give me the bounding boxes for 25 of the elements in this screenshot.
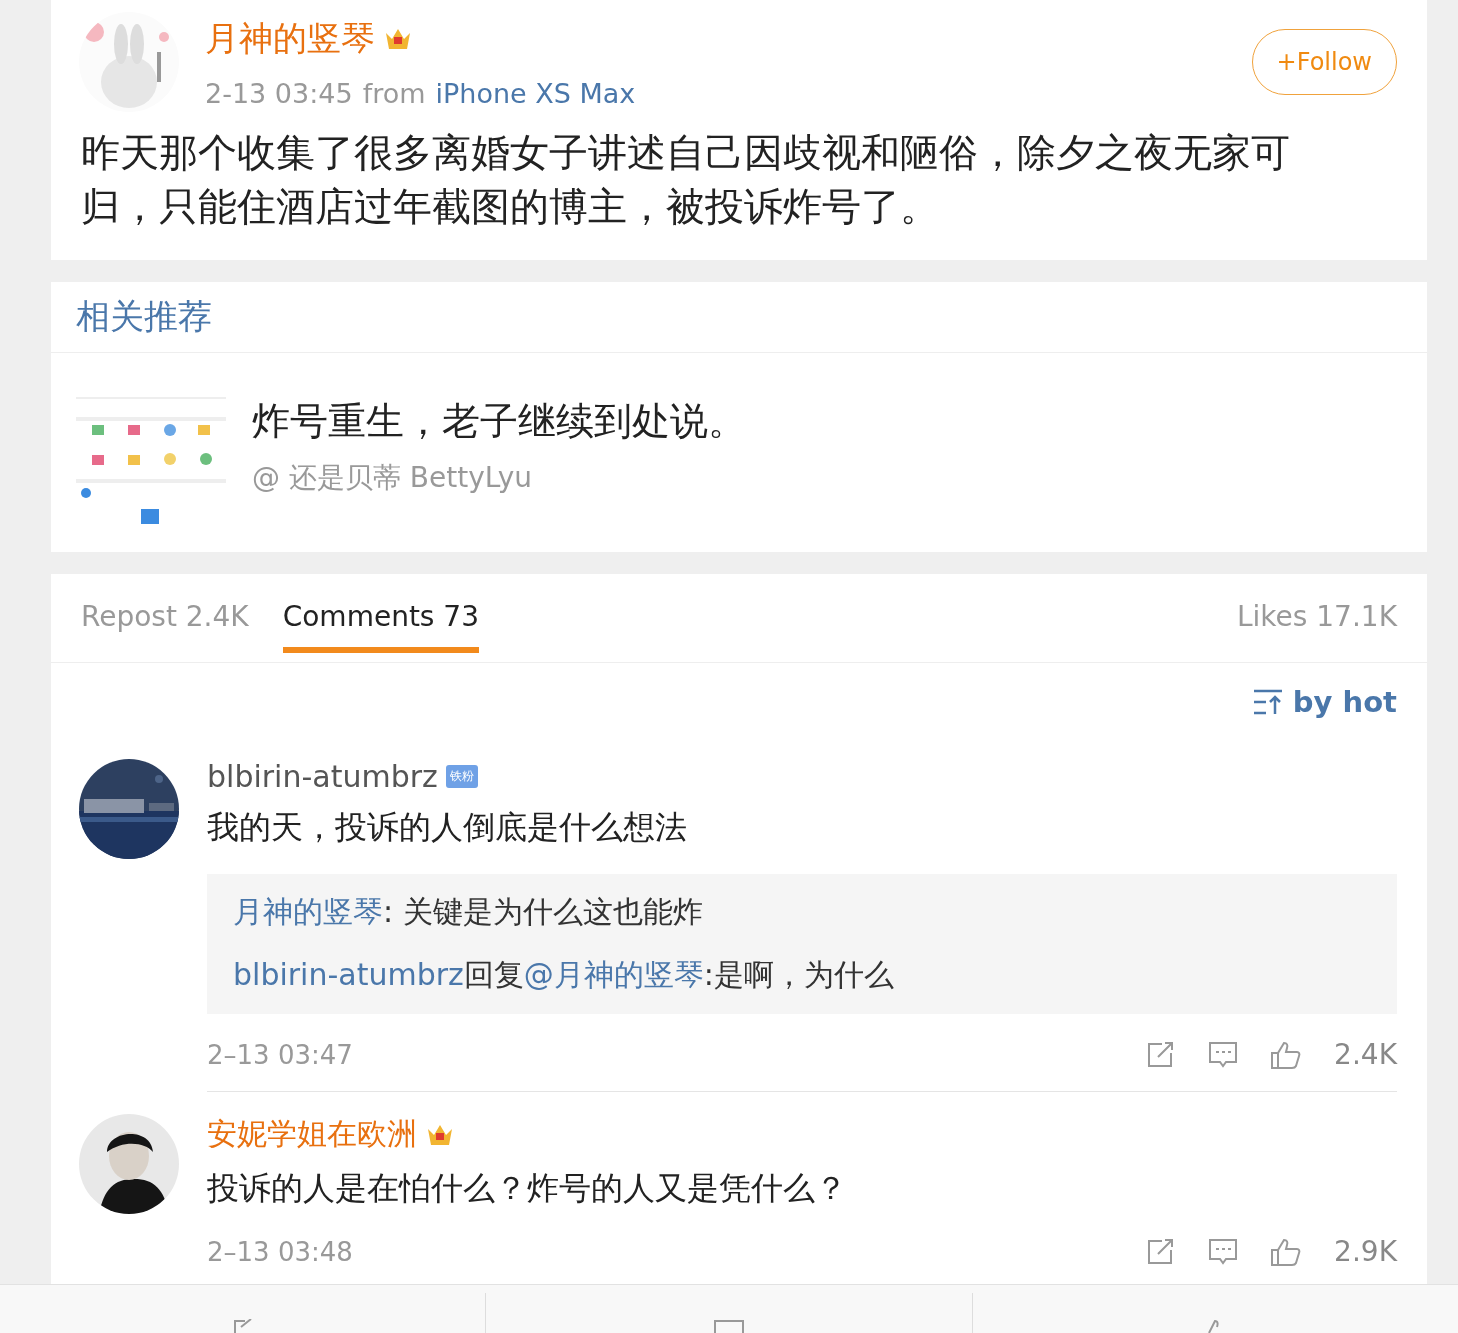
related-author[interactable]: @ 还是贝蒂 BettyLyu [252,459,746,497]
author-name[interactable]: 月神的竖琴 [205,15,375,62]
section-title: 相关推荐 [51,282,1427,353]
comment-text: 我的天，投诉的人倒底是什么想法 [207,807,688,848]
commenter-name[interactable]: blbirin-atumbrz [207,759,438,794]
comment-time: 2–13 03:47 [207,1039,353,1070]
related-headline[interactable]: 炸号重生，老子继续到处说。 [252,396,746,447]
fan-badge: 铁粉 [445,765,478,788]
like-count: 2.4K [1334,1038,1397,1071]
follow-button[interactable]: +Follow [1251,29,1397,95]
source-link[interactable]: iPhone XS Max [435,77,636,109]
post-text: 昨天那个收集了很多离婚女子讲述自己因歧视和陋俗，除夕之夜无家可归，只能住酒店过年截图的博主，被投诉炸号了。 [80,129,1291,231]
sort-button[interactable]: by hot [1292,685,1397,719]
tab[interactable]: Repost 2.4K [81,600,249,653]
like-count: 2.9K [1334,1235,1397,1268]
reply-text: blbirin-atumbrz回复@月神的竖琴:是啊，为什么 [233,956,895,994]
tab[interactable]: Comments 73 [282,600,479,653]
likes-tab[interactable]: Likes 17.1K [1237,600,1397,633]
sort-icon[interactable] [1252,689,1283,715]
reply-text: 月神的竖琴: 关键是为什么这也能炸 [233,893,704,931]
source-label: from [362,77,426,109]
comment-text: 投诉的人是在怕什么？炸号的人又是凭什么？ [207,1168,848,1209]
post-time: 2-13 03:45 [205,77,353,109]
comment-time: 2–13 03:48 [207,1236,353,1267]
commenter-name[interactable]: 安妮学姐在欧洲 [207,1114,417,1155]
